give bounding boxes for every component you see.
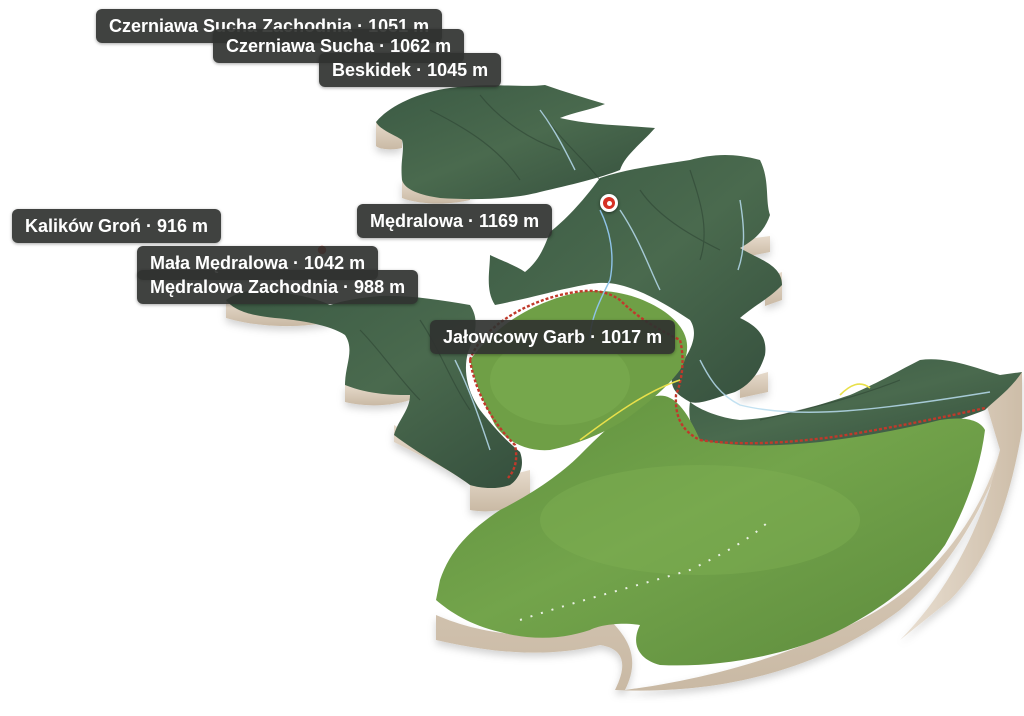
peak-label-kalikow-gron[interactable]: Kalików Groń · 916 m — [12, 209, 222, 243]
location-pin-dot — [606, 200, 612, 206]
peak-name: Jałowcowy Garb — [443, 327, 586, 347]
peak-elevation: 1017 m — [601, 327, 663, 347]
label-separator: · — [146, 216, 153, 236]
peak-label-medralowa[interactable]: Mędralowa · 1169 m — [357, 204, 553, 238]
peak-elevation: 1045 m — [427, 60, 489, 80]
terrain-3d-model[interactable] — [0, 0, 1024, 716]
peak-name: Mędralowa Zachodnia — [150, 277, 339, 297]
peak-elevation: 916 m — [157, 216, 209, 236]
location-pin-icon[interactable] — [600, 194, 618, 212]
label-separator: · — [468, 211, 475, 231]
peak-name: Kalików Groń — [25, 216, 142, 236]
peak-label-jalowcowy-garb[interactable]: Jałowcowy Garb · 1017 m — [430, 320, 676, 354]
meadow-highlight — [540, 465, 860, 575]
map-viewport[interactable]: Czerniawa Sucha Zachodnia · 1051 m Czernia… — [0, 0, 1024, 716]
label-separator: · — [416, 60, 423, 80]
peak-elevation: 988 m — [354, 277, 406, 297]
label-separator: · — [343, 277, 350, 297]
label-separator: · — [590, 327, 597, 347]
peak-label-beskidek[interactable]: Beskidek · 1045 m — [319, 53, 502, 87]
peak-elevation: 1169 m — [479, 211, 540, 231]
peak-name: Mędralowa — [370, 211, 464, 231]
location-pin-core — [603, 197, 615, 209]
peak-label-medralowa-zachodnia[interactable]: Mędralowa Zachodnia · 988 m — [137, 270, 419, 304]
peak-name: Beskidek — [332, 60, 412, 80]
